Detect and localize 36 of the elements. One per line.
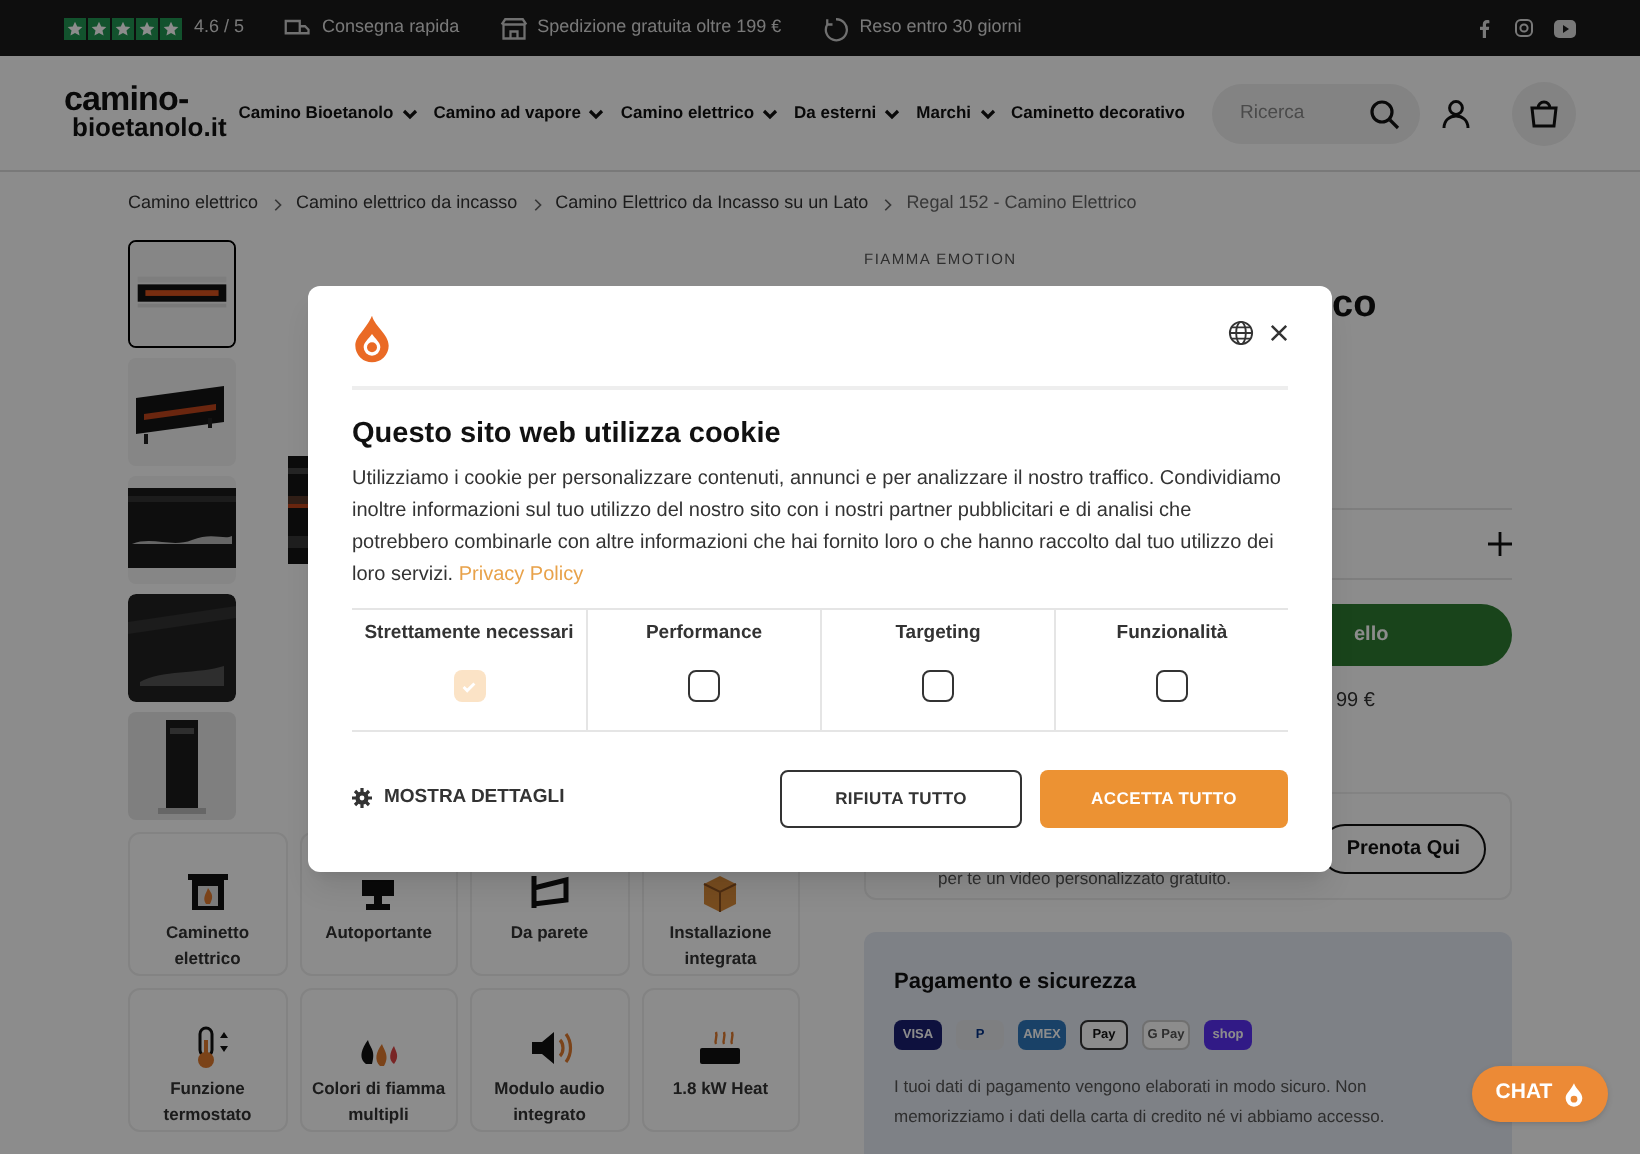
perk-text: Consegna rapida <box>322 14 460 41</box>
feature-label: Autoportante <box>323 920 434 946</box>
nav-item[interactable]: Da esterni <box>794 100 903 126</box>
dialog-text: Utilizziamo i cookie per personalizzare contenuti, annunci e per analizzare il nostro traffico. Condividiamo inoltre informazioni sul tuo utilizzo del nostro sito con i nostri partner pubblicitari e di analisi che potrebbero combinarle con altre informazioni che hai fornito loro o che hanno raccolto dal tuo utilizzo dei loro servizi. Privacy Policy <box>352 465 1283 590</box>
feature-label: Installazione integrata <box>667 920 774 972</box>
nav-item[interactable]: Camino Bioetanolo <box>238 100 420 126</box>
price-note: 99 € <box>1336 687 1375 716</box>
breadcrumb-link[interactable]: Camino Elettrico da Incasso su un Lato <box>555 190 869 218</box>
perk-text: Reso entro 30 giorni <box>859 14 1022 41</box>
product-title: co <box>1332 282 1377 331</box>
category-label: Funzionalità <box>1116 621 1228 644</box>
rating-score: 4.6 / 5 <box>194 14 245 41</box>
payment-text: I tuoi dati di pagamento vengono elaborati in modo sicuro. Non memorizziamo i dati della carta di credito né vi abbiamo accesso. <box>894 1074 1387 1131</box>
nav-item[interactable]: Caminetto decorativo <box>1011 100 1185 126</box>
feature-label: Modulo audio integrato <box>492 1076 607 1128</box>
feature-label: Da parete <box>508 920 591 946</box>
feature-label: Funzione termostato <box>161 1076 254 1128</box>
nav-item[interactable]: Camino elettrico <box>620 100 781 126</box>
category-label: Targeting <box>895 621 981 644</box>
payment-title: Pagamento e sicurezza <box>894 967 1139 998</box>
logo[interactable]: camino- bioetanolo.it <box>64 85 227 141</box>
feature-label: Colori di fiamma multipli <box>309 1076 448 1128</box>
reject-all-button[interactable]: RIFIUTA TUTTO <box>780 769 1022 828</box>
breadcrumb-link[interactable]: Camino elettrico <box>128 190 259 218</box>
feature-label: Caminetto elettrico <box>163 920 252 972</box>
category-label: Performance <box>645 621 763 644</box>
feature-label: 1.8 kW Heat <box>670 1076 771 1102</box>
search-field[interactable]: Ricerca <box>1212 83 1420 143</box>
dialog-title: Questo sito web utilizza cookie <box>352 416 783 454</box>
nav-item[interactable]: Marchi <box>916 100 998 126</box>
category-label: Strettamente necessari <box>364 621 574 644</box>
breadcrumb-link[interactable]: Camino elettrico da incasso <box>296 190 518 218</box>
show-details-button[interactable]: MOSTRA DETTAGLI <box>352 784 565 813</box>
video-text: per te un video personalizzato gratuito. <box>936 866 1231 892</box>
nav-item[interactable]: Camino ad vapore <box>433 100 607 126</box>
perk-text: Spedizione gratuita oltre 199 € <box>537 14 782 41</box>
